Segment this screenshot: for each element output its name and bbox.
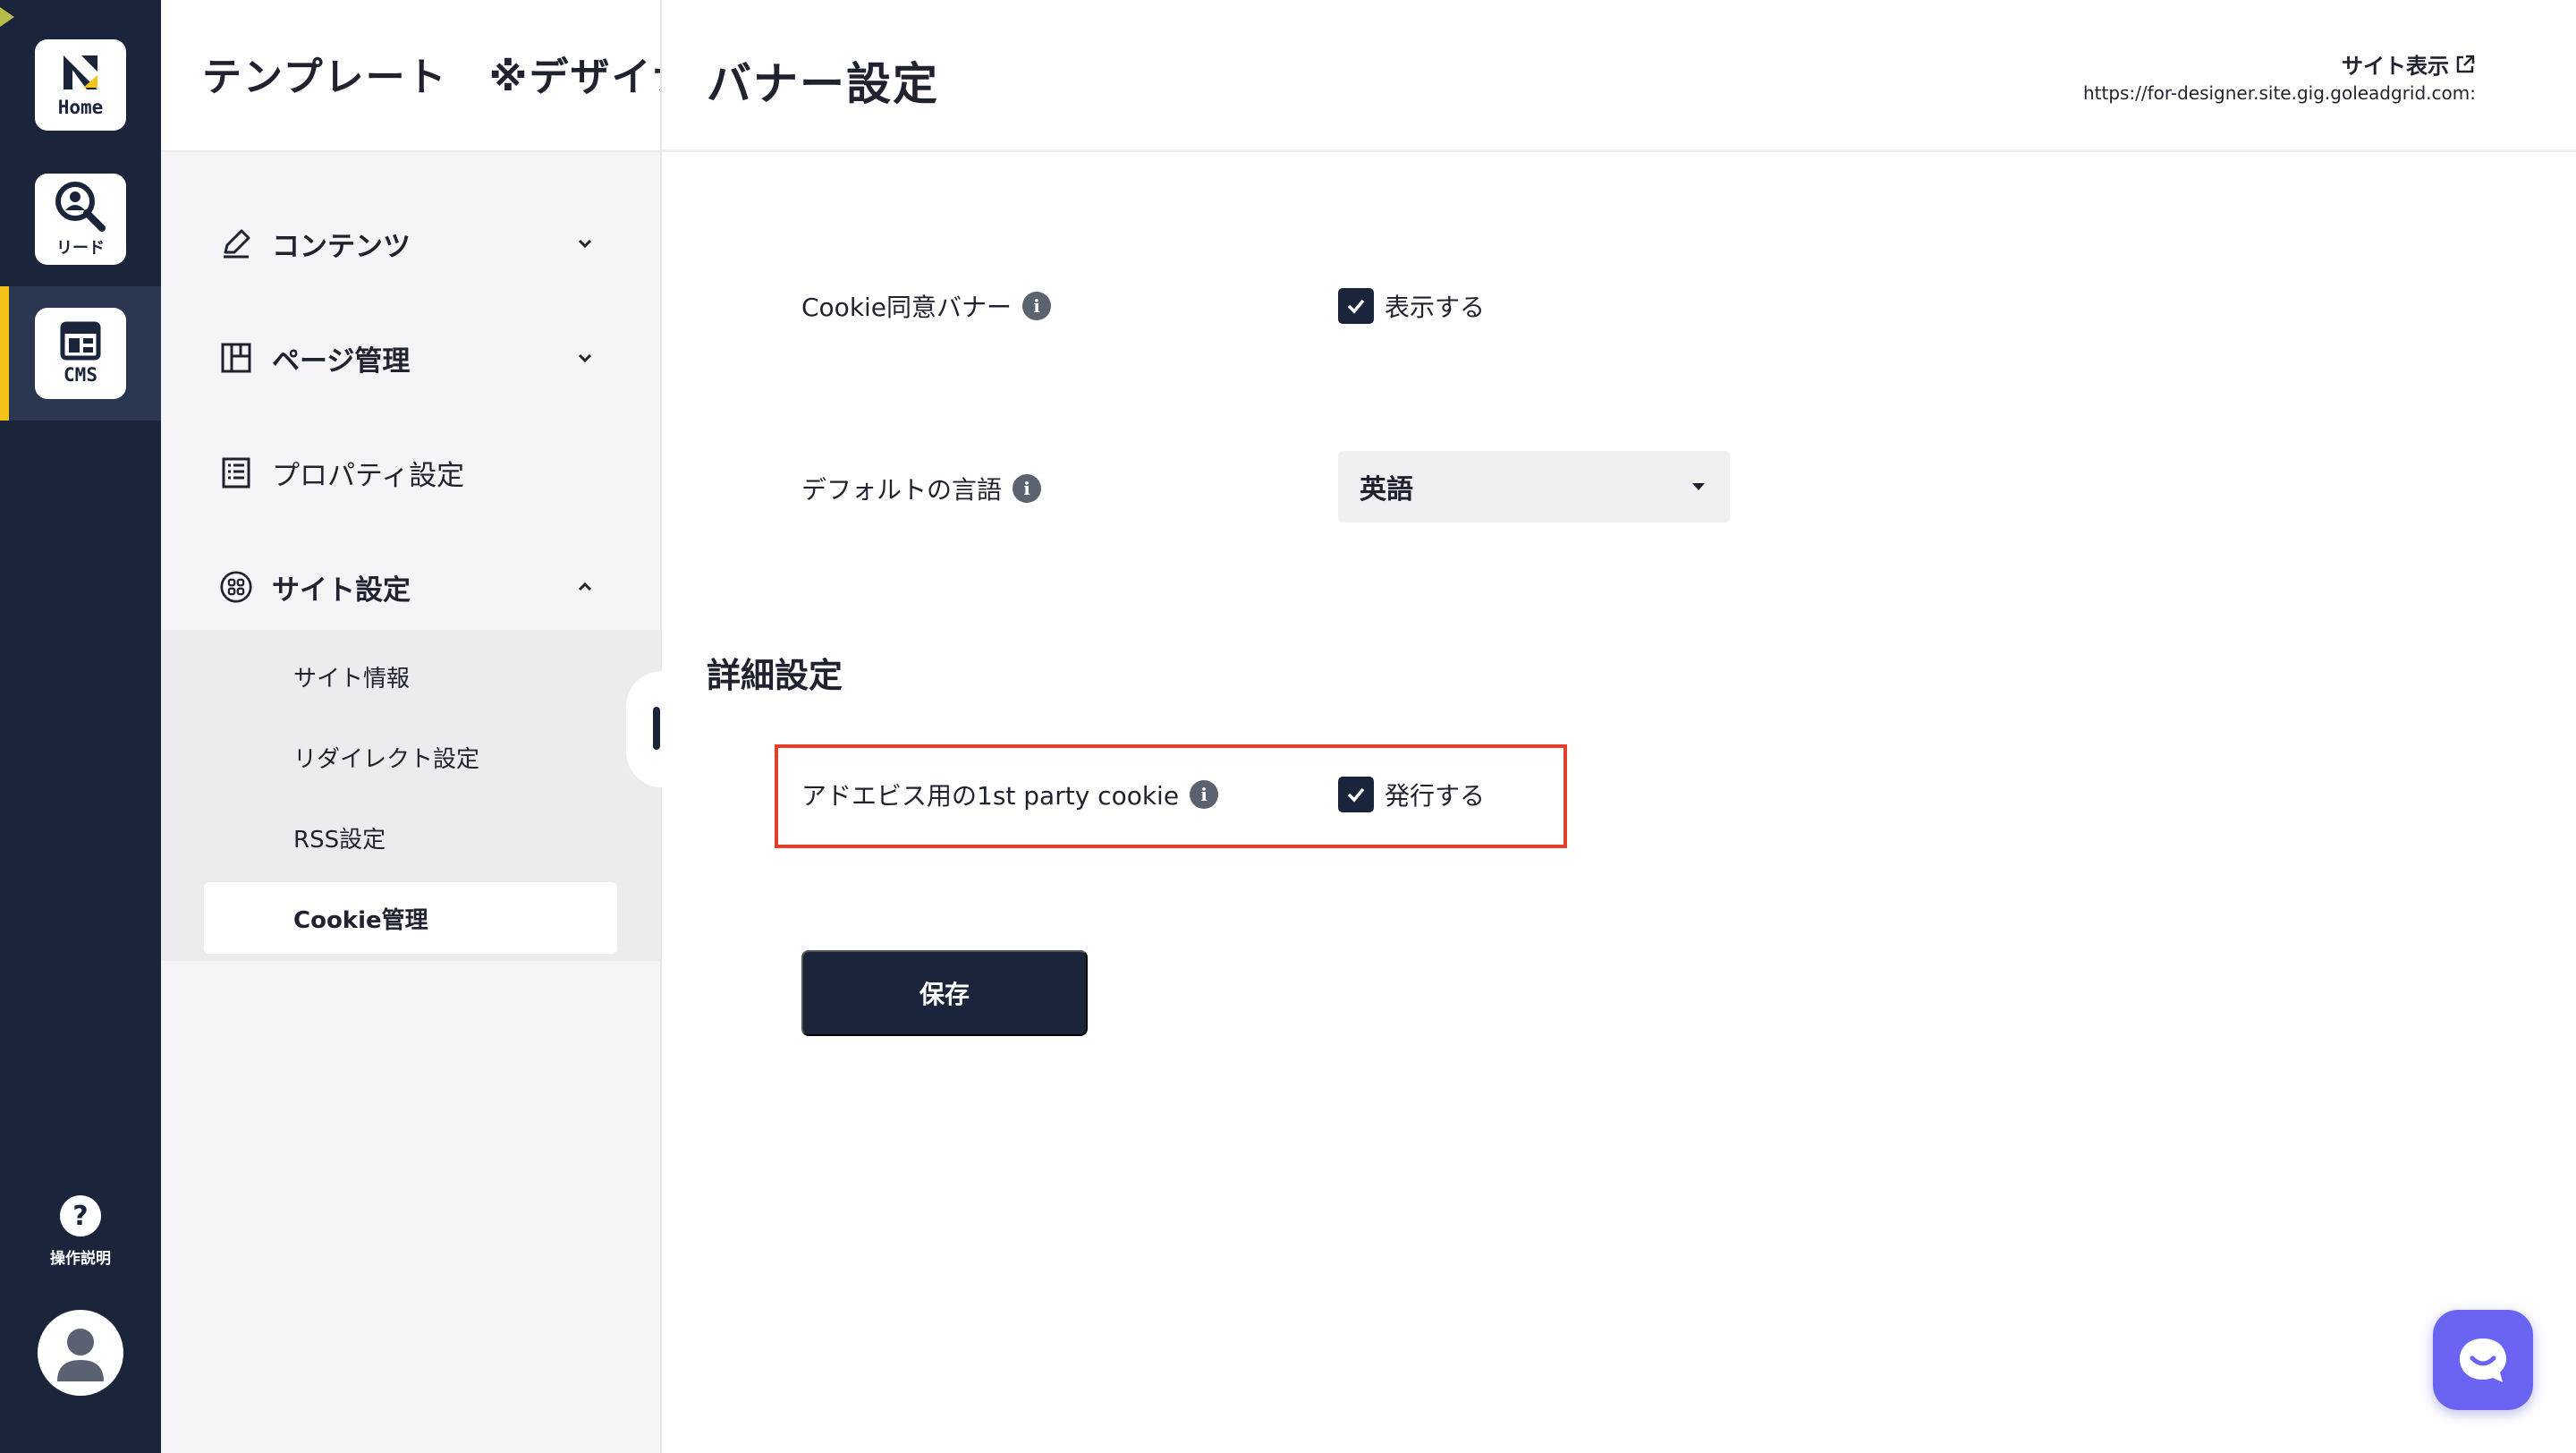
cms-sidebar: テンプレート ※デザイナ コンテンツ ページ管理 プロパティ設定 サイト設定 サ… (161, 0, 662, 1453)
chat-bubble-icon (2460, 1338, 2506, 1382)
sidebar-item-label: コンテンツ (272, 230, 411, 263)
first-party-cookie-label-row: アドエビス用の1st party cookie i (801, 777, 1219, 812)
help-button[interactable]: ? 操作説明 (0, 1195, 161, 1268)
sidebar-item-pages[interactable]: ページ管理 (220, 331, 596, 385)
page-title: バナー設定 (707, 58, 939, 110)
chevron-down-icon (578, 239, 592, 249)
user-silhouette-icon (57, 1329, 104, 1381)
help-label: 操作説明 (50, 1250, 111, 1268)
pen-icon (220, 227, 252, 259)
rail-active-indicator (0, 286, 9, 421)
sidebar-item-contents[interactable]: コンテンツ (220, 217, 596, 270)
sidebar-item-label: プロパティ設定 (272, 459, 465, 492)
info-icon[interactable]: i (1013, 474, 1042, 503)
cms-layout-icon (60, 321, 101, 361)
rail-lead-label: リード (56, 239, 105, 258)
advanced-settings-title: 詳細設定 (707, 656, 843, 695)
home-logo-icon (64, 55, 97, 89)
first-party-cookie-label: アドエビス用の1st party cookie (801, 781, 1180, 811)
user-avatar[interactable] (38, 1310, 123, 1396)
grid-circle-icon (220, 571, 252, 603)
save-button[interactable]: 保存 (801, 950, 1088, 1036)
sidebar-header: テンプレート ※デザイナ (161, 0, 660, 152)
external-link-icon (2456, 55, 2475, 72)
rail-cms-button[interactable]: CMS (35, 308, 126, 399)
lead-search-icon (55, 182, 106, 232)
help-question-icon: ? (60, 1195, 101, 1236)
checkbox-checked-icon[interactable] (1338, 288, 1374, 324)
cookie-banner-label-row: Cookie同意バナー i (801, 288, 1052, 324)
cookie-banner-checkbox[interactable]: 表示する (1338, 288, 1485, 324)
rail-cms-label: CMS (64, 364, 97, 386)
chevron-up-icon (578, 582, 592, 591)
sidebar-item-label: サイト設定 (272, 574, 411, 607)
default-language-label: デフォルトの言語 (801, 475, 1003, 505)
app-rail: Home リード CMS ? 操作説明 (0, 0, 161, 1453)
cookie-banner-label: Cookie同意バナー (801, 293, 1013, 322)
template-title: テンプレート ※デザイナ (202, 55, 660, 100)
site-view-label: サイト表示 (2342, 54, 2449, 79)
info-icon[interactable]: i (1022, 292, 1052, 320)
first-party-cookie-checkbox[interactable]: 発行する (1338, 777, 1485, 812)
chevron-down-icon (578, 353, 592, 363)
list-icon (220, 456, 252, 489)
submenu-item-site-info[interactable]: サイト情報 (293, 660, 410, 693)
sidebar-collapse-handle[interactable] (653, 707, 660, 750)
submenu-item-rss[interactable]: RSS設定 (293, 821, 386, 854)
default-language-label-row: デフォルトの言語 i (801, 471, 1042, 506)
main-header (662, 0, 2576, 152)
rail-home-button[interactable]: Home (35, 39, 126, 131)
submenu-item-cookie[interactable]: Cookie管理 (293, 902, 428, 935)
sidebar-item-properties[interactable]: プロパティ設定 (220, 446, 596, 499)
sidebar-item-label: ページ管理 (272, 344, 411, 378)
checkbox-checked-icon[interactable] (1338, 777, 1374, 812)
first-party-cookie-checkbox-label: 発行する (1385, 781, 1486, 811)
cookie-banner-checkbox-label: 表示する (1385, 293, 1486, 322)
site-view-link[interactable]: サイト表示 (2342, 48, 2476, 80)
sidebar-item-site-settings[interactable]: サイト設定 (220, 560, 596, 614)
caret-down-icon (1692, 483, 1705, 490)
chat-launcher-button[interactable] (2433, 1310, 2533, 1410)
rail-lead-button[interactable]: リード (35, 174, 126, 265)
rail-corner-marker (0, 7, 14, 27)
submenu-item-redirect[interactable]: リダイレクト設定 (293, 741, 479, 774)
rail-home-label: Home (57, 97, 104, 118)
info-icon[interactable]: i (1190, 780, 1219, 809)
site-url: https://for-designer.site.gig.goleadgrid… (2082, 82, 2476, 104)
default-language-select[interactable]: 英語 (1338, 451, 1730, 523)
layout-icon (220, 342, 252, 374)
default-language-value: 英語 (1360, 474, 1413, 506)
